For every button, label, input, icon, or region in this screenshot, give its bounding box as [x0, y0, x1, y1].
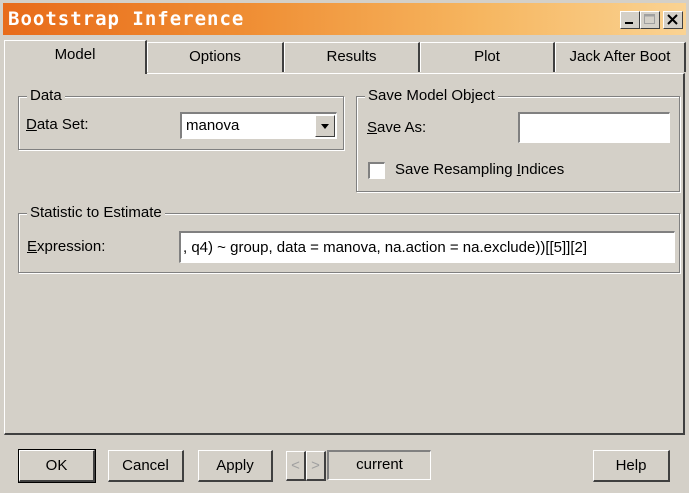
next-icon: >: [311, 457, 320, 474]
tab-plot[interactable]: Plot: [420, 42, 555, 72]
maximize-icon: [644, 14, 655, 24]
expression-label: Expression:: [27, 238, 106, 255]
current-field[interactable]: current: [327, 450, 431, 480]
title-bar[interactable]: Bootstrap Inference: [3, 3, 686, 35]
tab-plot-label: Plot: [474, 48, 500, 65]
expression-value: , q4) ~ group, data = manova, na.action …: [183, 239, 588, 256]
previous-button[interactable]: <: [286, 451, 306, 481]
close-icon: [667, 14, 678, 25]
tab-model-label: Model: [54, 46, 96, 63]
window-title: Bootstrap Inference: [8, 8, 245, 30]
tab-results[interactable]: Results: [284, 42, 420, 72]
save-as-input[interactable]: [518, 112, 670, 143]
close-button[interactable]: [663, 11, 683, 29]
save-as-label: Save As:: [367, 119, 427, 136]
ok-button[interactable]: OK: [18, 449, 96, 483]
tab-options-label: Options: [189, 48, 241, 65]
data-set-dropdown[interactable]: manova: [180, 112, 337, 139]
next-button[interactable]: >: [306, 451, 326, 481]
help-button[interactable]: Help: [593, 450, 670, 482]
tab-options[interactable]: Options: [147, 42, 284, 72]
data-group: Data Data Set: manova: [18, 87, 344, 150]
previous-icon: <: [291, 457, 300, 474]
tab-results-label: Results: [326, 48, 377, 65]
statistic-to-estimate-group: Statistic to Estimate Expression: , q4) …: [18, 204, 680, 273]
tab-model[interactable]: Model: [4, 40, 147, 74]
data-group-title: Data: [27, 87, 65, 104]
save-resampling-indices-label: Save Resampling Indices: [395, 161, 565, 178]
cancel-button[interactable]: Cancel: [108, 450, 184, 482]
maximize-button[interactable]: [640, 11, 660, 29]
data-set-value: manova: [186, 117, 240, 134]
minimize-icon: [625, 22, 633, 24]
minimize-button[interactable]: [620, 11, 640, 29]
tab-jack-after-boot[interactable]: Jack After Boot: [555, 42, 686, 72]
chevron-down-icon[interactable]: [315, 115, 335, 137]
data-set-label: Data Set:: [26, 116, 89, 133]
expression-input[interactable]: , q4) ~ group, data = manova, na.action …: [179, 231, 675, 263]
statistic-group-title: Statistic to Estimate: [27, 204, 165, 221]
save-group-title: Save Model Object: [365, 87, 498, 104]
bootstrap-inference-dialog: Bootstrap Inference Model Options Result…: [0, 0, 689, 493]
save-model-object-group: Save Model Object Save As: Save Resampli…: [356, 87, 680, 192]
save-resampling-indices-checkbox[interactable]: [368, 162, 385, 179]
tab-jack-after-boot-label: Jack After Boot: [569, 48, 671, 65]
apply-button[interactable]: Apply: [198, 450, 273, 482]
